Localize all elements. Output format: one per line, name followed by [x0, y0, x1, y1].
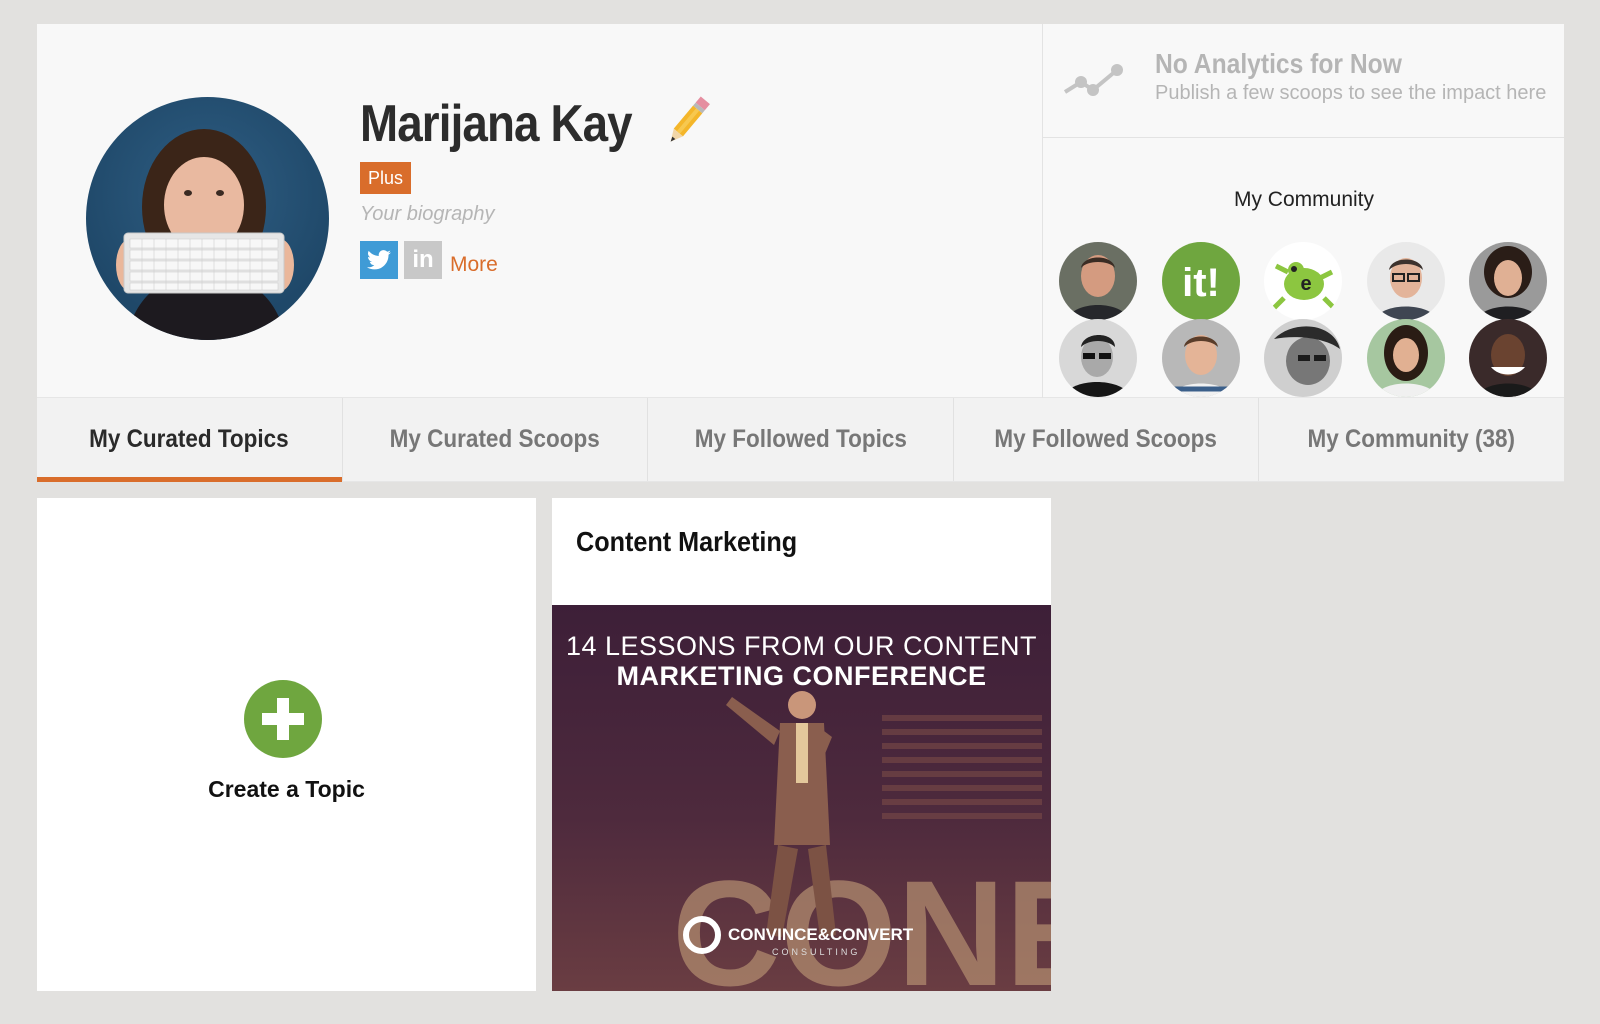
cover-headline-line2: MARKETING CONFERENCE — [616, 661, 987, 691]
tab-label: My Followed Scoops — [994, 425, 1218, 453]
tab-label: My Community (38) — [1307, 425, 1516, 453]
community-title: My Community — [1233, 188, 1375, 211]
topic-card[interactable]: Content Marketing CONE 14 LESSONS FROM O… — [552, 498, 1051, 991]
cover-headline-line1: 14 LESSONS FROM OUR CONTENT — [565, 631, 1038, 661]
topic-title[interactable]: Content Marketing — [576, 526, 797, 558]
tab-my-community[interactable]: My Community (38) — [1259, 398, 1564, 481]
plus-circle-icon[interactable] — [244, 680, 322, 758]
profile-tabs: My Curated Topics My Curated Scoops My F… — [37, 398, 1564, 482]
community-avatar[interactable] — [1059, 242, 1137, 320]
right-panel: No Analytics for Now Publish a few scoop… — [1042, 24, 1564, 398]
community-avatar[interactable] — [1162, 319, 1240, 397]
analytics-title: No Analytics for Now — [1155, 48, 1402, 79]
community-avatar[interactable]: e — [1264, 242, 1342, 320]
community-avatar[interactable] — [1367, 242, 1445, 320]
topic-cover-image[interactable]: CONE 14 LESSONS FROM OUR CONTENT MARKETI… — [552, 605, 1051, 991]
analytics-subtitle: Publish a few scoops to see the impact h… — [1155, 82, 1547, 104]
create-topic-card[interactable]: Create a Topic — [37, 498, 536, 991]
community-avatar[interactable] — [1059, 319, 1137, 397]
community-avatar[interactable] — [1469, 319, 1547, 397]
pencil-edit-icon[interactable] — [659, 92, 717, 150]
analytics-chart-icon — [1063, 64, 1123, 96]
tab-my-followed-scoops[interactable]: My Followed Scoops — [954, 398, 1260, 481]
twitter-icon[interactable] — [360, 241, 398, 279]
social-links: in More — [360, 241, 498, 279]
stage-letters: CONE — [672, 849, 1051, 991]
community-avatar[interactable] — [1469, 242, 1547, 320]
tab-label: My Curated Topics — [89, 425, 290, 453]
tab-label: My Followed Topics — [694, 425, 907, 453]
svg-text:e: e — [1300, 273, 1311, 295]
more-social-link[interactable]: More — [450, 254, 498, 275]
community-avatar[interactable] — [1367, 319, 1445, 397]
linkedin-icon[interactable]: in — [404, 241, 442, 279]
tab-my-followed-topics[interactable]: My Followed Topics — [648, 398, 954, 481]
tab-my-curated-scoops[interactable]: My Curated Scoops — [343, 398, 649, 481]
community-avatar[interactable]: it! — [1162, 242, 1240, 320]
svg-text:it!: it! — [1182, 261, 1220, 305]
plus-badge: Plus — [360, 162, 412, 194]
profile-name: Marijana Kay — [360, 95, 633, 153]
community-avatar[interactable] — [1264, 319, 1342, 397]
cover-brand-sub: CONSULTING — [772, 947, 861, 957]
biography-placeholder[interactable]: Your biography — [360, 203, 495, 226]
tab-my-curated-topics[interactable]: My Curated Topics — [37, 398, 343, 482]
create-topic-label[interactable]: Create a Topic — [37, 776, 536, 803]
cover-brand: CONVINCE&CONVERT — [728, 925, 914, 944]
tab-label: My Curated Scoops — [389, 425, 600, 453]
profile-avatar[interactable] — [86, 97, 329, 340]
analytics-box: No Analytics for Now Publish a few scoop… — [1043, 24, 1564, 138]
